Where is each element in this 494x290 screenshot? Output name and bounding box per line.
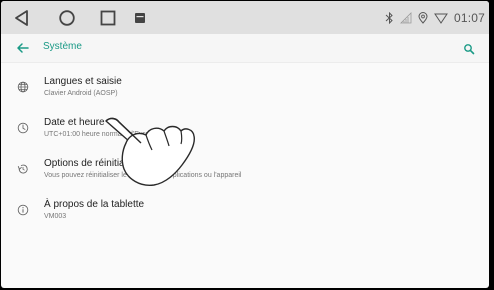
clock-time: 01:07 <box>453 11 485 25</box>
home-circle-icon[interactable] <box>56 7 78 29</box>
screen: 01:07 Système Langues et saisie Clavier … <box>0 0 494 290</box>
recent-square-icon[interactable] <box>97 7 119 29</box>
tablet-screen: 01:07 Système Langues et saisie Clavier … <box>1 1 489 288</box>
setting-title: Options de réinitialisation <box>44 158 156 169</box>
setting-title: Date et heure <box>44 117 105 128</box>
screenshot-icon[interactable] <box>129 7 151 29</box>
search-icon[interactable] <box>463 42 475 55</box>
setting-date-time[interactable]: Date et heure UTC+01:00 heure normale d'… <box>1 109 489 149</box>
restore-icon <box>17 162 29 174</box>
info-icon <box>17 203 29 216</box>
bluetooth-icon <box>385 12 394 24</box>
app-bar: Système <box>1 34 489 63</box>
page-title: Système <box>43 41 82 52</box>
setting-languages[interactable]: Langues et saisie Clavier Android (AOSP) <box>1 68 489 108</box>
arrow-left-icon[interactable] <box>16 41 30 55</box>
setting-subtitle: VM003 <box>44 213 67 220</box>
setting-title: À propos de la tablette <box>44 199 145 210</box>
setting-reset-options[interactable]: Options de réinitialisation Vous pouvez … <box>1 150 489 190</box>
back-triangle-icon[interactable] <box>11 7 33 29</box>
setting-about-tablet[interactable]: À propos de la tablette VM003 <box>1 191 489 231</box>
signal-icon <box>400 12 412 24</box>
setting-subtitle: Clavier Android (AOSP) <box>44 90 118 97</box>
location-icon <box>418 12 428 24</box>
status-icons: 01:07 <box>385 9 485 27</box>
globe-icon <box>17 80 29 93</box>
setting-subtitle: Vous pouvez réinitialiser le réseau, les… <box>44 172 242 179</box>
setting-subtitle: UTC+01:00 heure normale d'Europe central… <box>44 131 184 138</box>
wifi-icon <box>434 12 448 24</box>
setting-title: Langues et saisie <box>44 76 122 87</box>
system-bar: 01:07 <box>1 1 489 34</box>
clock-icon <box>17 121 29 134</box>
